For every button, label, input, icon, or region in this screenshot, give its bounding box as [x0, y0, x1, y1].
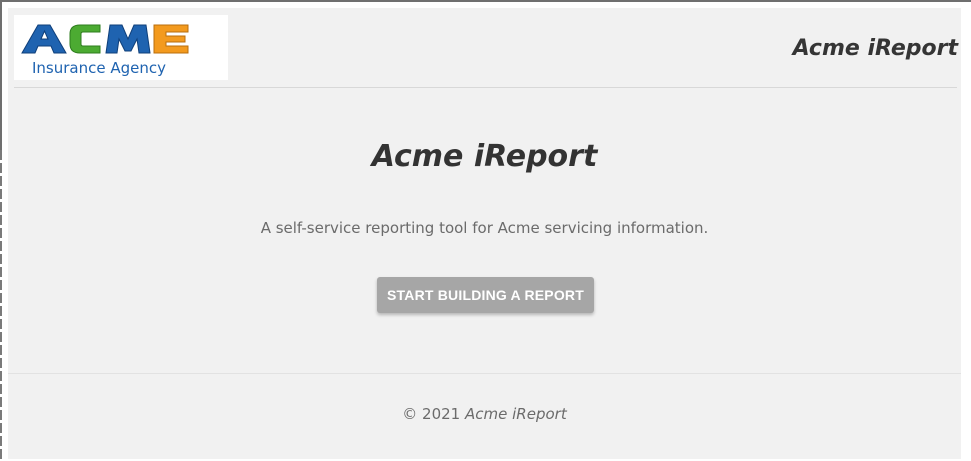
- page-title: Acme iReport: [371, 139, 598, 174]
- header-divider: [14, 87, 957, 88]
- acme-logo[interactable]: Insurance Agency: [14, 15, 228, 80]
- window-edge: [0, 150, 2, 461]
- footer-brand: Acme iReport: [465, 405, 567, 423]
- footer: © 2021 Acme iReport: [8, 405, 961, 423]
- start-building-report-button[interactable]: START BUILDING A REPORT: [377, 277, 594, 313]
- copyright-text: © 2021: [402, 405, 461, 423]
- logo-subtitle: Insurance Agency: [32, 59, 166, 77]
- header-title: Acme iReport: [792, 36, 958, 61]
- tagline: A self-service reporting tool for Acme s…: [260, 219, 709, 237]
- acme-logo-image: Insurance Agency: [21, 24, 189, 77]
- footer-divider: [8, 373, 961, 374]
